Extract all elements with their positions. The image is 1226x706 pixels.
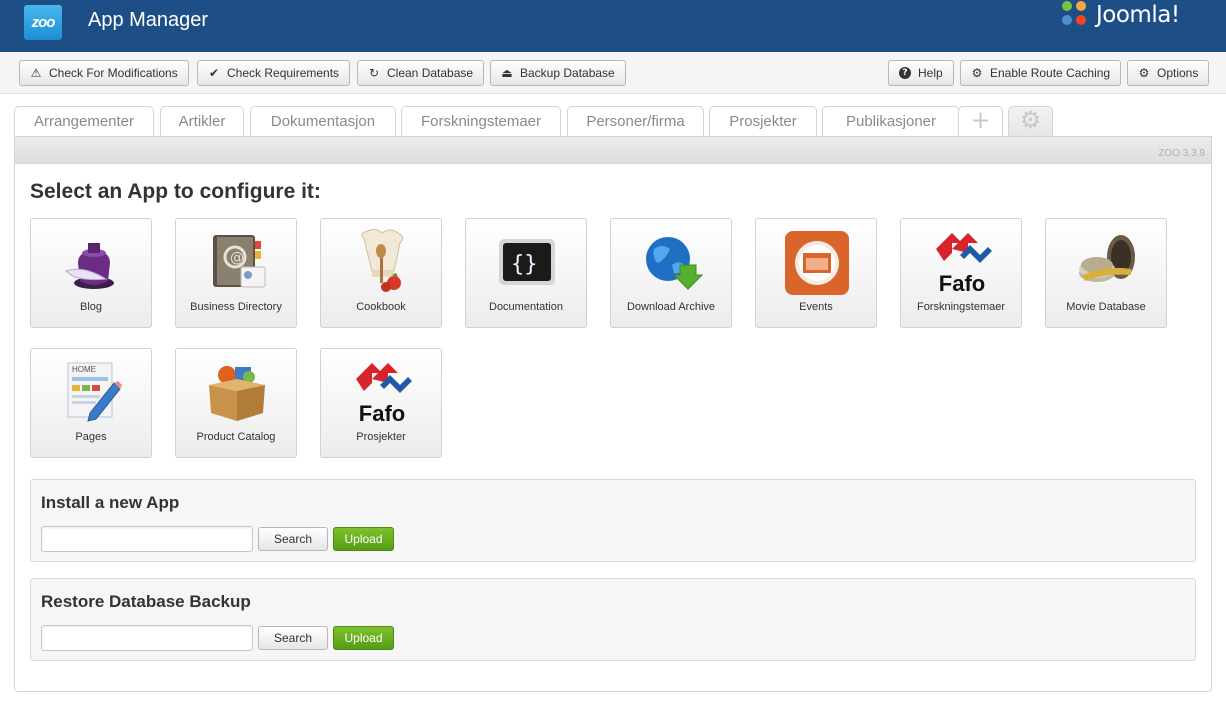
restore-file-input[interactable] xyxy=(41,625,253,651)
app-label: Product Catalog xyxy=(196,431,276,443)
app-tile-documentation[interactable]: {} Documentation xyxy=(465,218,587,328)
app-tile-forskningstemaer[interactable]: Fafo Forskningstemaer xyxy=(900,218,1022,328)
app-tile-pages[interactable]: HOME Pages xyxy=(30,348,152,458)
install-app-title: Install a new App xyxy=(41,493,180,512)
version-bar: ZOO 3.3.9 xyxy=(15,137,1211,164)
app-tile-movie-database[interactable]: Movie Database xyxy=(1045,218,1167,328)
drive-icon: ⏏ xyxy=(501,66,513,80)
button-label: Enable Route Caching xyxy=(990,66,1111,80)
tab-artikler[interactable]: Artikler xyxy=(160,106,244,136)
fafo-wordmark: Fafo xyxy=(939,271,985,295)
button-label: Check For Modifications xyxy=(49,66,178,80)
svg-text:{}: {} xyxy=(511,252,538,277)
header-bar: zoo App Manager Joomla! xyxy=(0,0,1226,52)
enable-route-caching-button[interactable]: ⚙ Enable Route Caching xyxy=(960,60,1122,86)
button-label: Backup Database xyxy=(520,66,615,80)
button-label: Options xyxy=(1157,66,1199,80)
product-box-icon xyxy=(209,366,265,421)
install-file-input[interactable] xyxy=(41,526,253,552)
check-modifications-button[interactable]: ⚠ Check For Modifications xyxy=(19,60,189,86)
app-tile-blog[interactable]: Blog xyxy=(30,218,152,328)
pages-icon-text: HOME xyxy=(72,365,96,374)
check-requirements-button[interactable]: ✔ Check Requirements xyxy=(197,60,351,86)
question-icon: ? xyxy=(899,67,911,79)
joomla-logo[interactable]: Joomla! xyxy=(1062,0,1180,30)
restore-backup-section: Restore Database Backup Search Upload xyxy=(30,578,1196,661)
install-app-section: Install a new App Search Upload xyxy=(30,479,1196,562)
fafo-logo-icon: Fafo xyxy=(356,363,412,425)
app-label: Download Archive xyxy=(626,301,716,313)
backup-database-button[interactable]: ⏏ Backup Database xyxy=(490,60,626,86)
warning-icon: ⚠ xyxy=(30,66,42,80)
app-label: Business Directory xyxy=(190,301,282,313)
app-tile-cookbook[interactable]: Cookbook xyxy=(320,218,442,328)
zoo-logo[interactable]: zoo xyxy=(24,5,62,40)
main-panel: ZOO 3.3.9 Select an App to configure it:… xyxy=(14,136,1212,692)
globe-download-icon xyxy=(646,237,704,290)
app-tile-business-directory[interactable]: @ Business Directory xyxy=(175,218,297,328)
add-app-tab[interactable]: + xyxy=(958,106,1003,136)
restore-backup-title: Restore Database Backup xyxy=(41,592,251,611)
help-button[interactable]: ? Help xyxy=(888,60,954,86)
app-tile-download-archive[interactable]: Download Archive xyxy=(610,218,732,328)
tab-dokumentasjon[interactable]: Dokumentasjon xyxy=(250,106,396,136)
tab-personer-firma[interactable]: Personer/firma xyxy=(567,106,704,136)
app-label: Movie Database xyxy=(1066,301,1146,313)
restore-upload-button[interactable]: Upload xyxy=(333,626,394,650)
toolbar: ⚠ Check For Modifications ✔ Check Requir… xyxy=(0,52,1226,94)
page-title: App Manager xyxy=(88,9,209,31)
gear-icon: ⚙ xyxy=(971,66,983,80)
tab-forskningstemaer[interactable]: Forskningstemaer xyxy=(401,106,561,136)
tab-publikasjoner[interactable]: Publikasjoner xyxy=(822,106,960,136)
code-braces-icon: {} xyxy=(499,239,555,285)
film-reel-icon xyxy=(1079,235,1135,282)
calendar-icon xyxy=(785,231,849,295)
tab-arrangementer[interactable]: Arrangementer xyxy=(14,106,154,136)
app-tile-prosjekter[interactable]: Fafo Prosjekter xyxy=(320,348,442,458)
ink-quill-icon xyxy=(64,243,114,289)
button-label: Check Requirements xyxy=(227,66,340,80)
pages-pencil-icon: HOME xyxy=(67,362,122,422)
joomla-mark-icon xyxy=(1062,1,1092,29)
section-heading: Select an App to configure it: xyxy=(30,180,321,203)
refresh-icon: ↻ xyxy=(368,66,380,80)
fafo-logo-icon: Fafo xyxy=(936,233,992,295)
svg-text:@: @ xyxy=(230,250,244,266)
install-upload-button[interactable]: Upload xyxy=(333,527,394,551)
install-search-button[interactable]: Search xyxy=(258,527,328,551)
button-label: Help xyxy=(918,66,943,80)
app-label: Cookbook xyxy=(356,301,406,313)
button-label: Clean Database xyxy=(387,66,474,80)
plus-icon: + xyxy=(970,106,991,134)
gear-icon: ⚙ xyxy=(1138,66,1150,80)
gear-icon: ⚙ xyxy=(1019,106,1042,134)
joomla-wordmark: Joomla! xyxy=(1096,2,1180,28)
app-tile-events[interactable]: Events xyxy=(755,218,877,328)
app-tile-product-catalog[interactable]: Product Catalog xyxy=(175,348,297,458)
fafo-wordmark: Fafo xyxy=(359,401,405,425)
app-label: Events xyxy=(799,301,833,313)
options-button[interactable]: ⚙ Options xyxy=(1127,60,1210,86)
checkmark-icon: ✔ xyxy=(208,66,220,80)
app-label: Pages xyxy=(75,431,107,443)
app-label: Prosjekter xyxy=(356,431,406,443)
manager-settings-tab[interactable]: ⚙ xyxy=(1008,106,1053,136)
tab-prosjekter[interactable]: Prosjekter xyxy=(709,106,817,136)
app-label: Documentation xyxy=(489,301,563,313)
restore-search-button[interactable]: Search xyxy=(258,626,328,650)
version-label: ZOO 3.3.9 xyxy=(1158,148,1205,159)
address-book-icon: @ xyxy=(213,235,266,288)
clean-database-button[interactable]: ↻ Clean Database xyxy=(357,60,485,86)
app-label: Blog xyxy=(79,301,103,313)
chef-hat-icon xyxy=(361,229,404,292)
app-label: Forskningstemaer xyxy=(916,301,1006,313)
